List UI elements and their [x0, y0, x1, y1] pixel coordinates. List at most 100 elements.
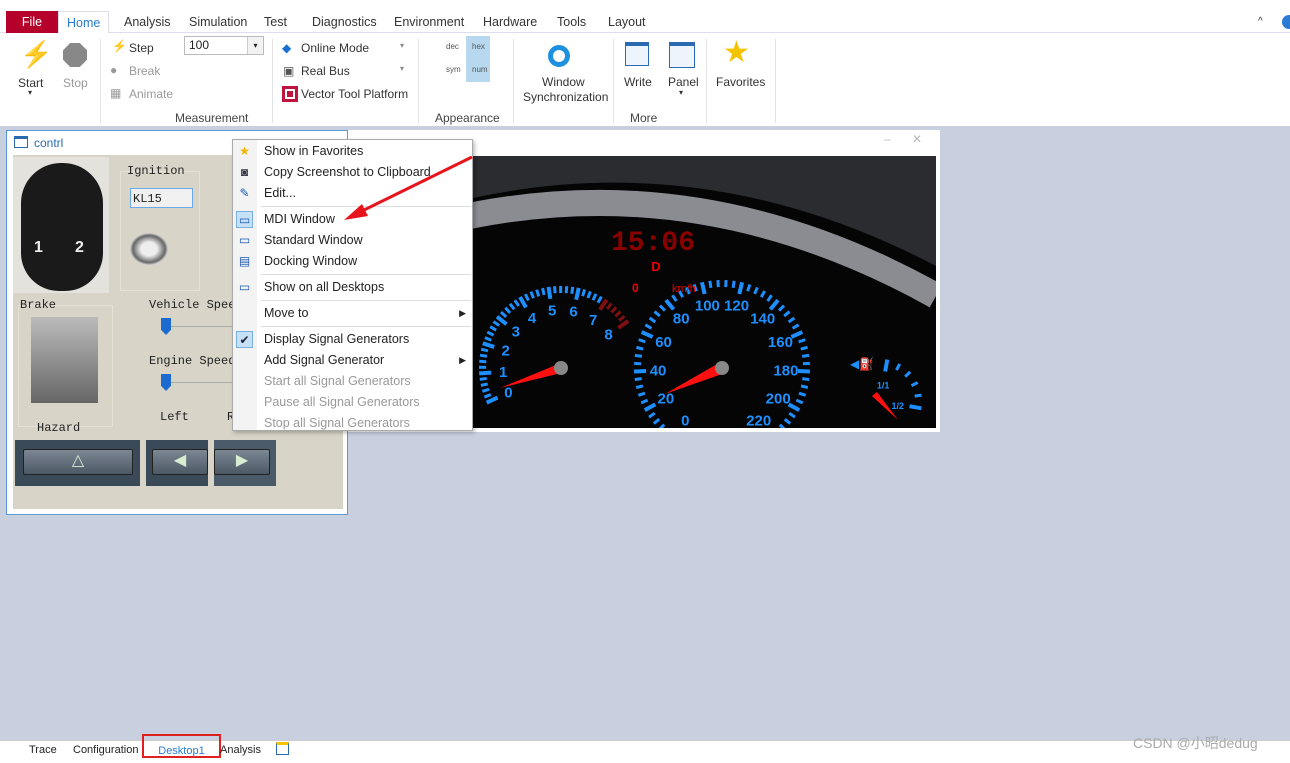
favorites-button[interactable]: Favorites	[716, 75, 765, 89]
speed-tick	[710, 281, 711, 288]
close-button[interactable]: ✕	[912, 132, 922, 146]
minimize-button[interactable]: –	[884, 132, 891, 146]
tab-home[interactable]: Home	[58, 11, 109, 33]
window-sync-label-1[interactable]: Window	[542, 75, 585, 89]
docking-window-icon: ▤	[236, 253, 253, 270]
menu-item-pause-all-signal-generators[interactable]: Pause all Signal Generators	[233, 392, 472, 413]
write-button[interactable]: Write	[624, 75, 652, 89]
tab-trace[interactable]: Trace	[29, 742, 57, 758]
window-sync-label-2[interactable]: Synchronization	[523, 90, 608, 104]
menu-item-edit[interactable]: ✎Edit...	[233, 183, 472, 204]
online-mode-button[interactable]: Online Mode	[301, 41, 369, 55]
pencil-icon: ✎	[236, 185, 253, 202]
online-mode-dropdown[interactable]: ▾	[400, 41, 404, 50]
start-dropdown-icon[interactable]: ▾	[28, 88, 32, 97]
menu-item-display-signal-generators[interactable]: ✔Display Signal Generators	[233, 329, 472, 350]
ignition-switch[interactable]	[130, 233, 168, 265]
menu-item-label: Show on all Desktops	[264, 280, 384, 294]
speed-readout: 0	[632, 281, 639, 295]
menu-item-label: Show in Favorites	[264, 144, 363, 158]
panel-icon	[669, 42, 695, 68]
speed-tick	[635, 355, 642, 356]
menu-item-start-all-signal-generators[interactable]: Start all Signal Generators	[233, 371, 472, 392]
tach-tick	[481, 349, 488, 351]
tab-layout[interactable]: Layout	[600, 11, 654, 33]
tab-environment[interactable]: Environment	[386, 11, 472, 33]
hazard-button[interactable]: △	[23, 449, 133, 475]
speed-tick	[801, 347, 808, 349]
online-mode-icon: ◆	[282, 41, 291, 55]
menu-item-copy-screenshot-to-clipboard[interactable]: ◙Copy Screenshot to Clipboard	[233, 162, 472, 183]
menu-item-label: Docking Window	[264, 254, 357, 268]
step-value-combobox[interactable]: 100▾	[184, 36, 264, 55]
tab-test[interactable]: Test	[256, 11, 295, 33]
menu-item-add-signal-generator[interactable]: Add Signal Generator ▶	[233, 350, 472, 371]
break-button[interactable]: Break	[129, 64, 160, 78]
tach-tick	[572, 287, 573, 294]
fuel-tick	[885, 360, 887, 372]
chevron-down-icon[interactable]: ▾	[247, 37, 263, 54]
tach-tick	[480, 378, 487, 379]
engine-speed-slider[interactable]	[161, 374, 171, 391]
brake-label: Brake	[20, 298, 56, 312]
real-bus-icon: ▣	[283, 64, 294, 78]
real-bus-button[interactable]: Real Bus	[301, 64, 350, 78]
car-key-image[interactable]: 1 2	[13, 157, 109, 293]
window-sync-icon	[548, 45, 570, 67]
stop-button[interactable]: Stop	[63, 76, 88, 90]
menu-item-stop-all-signal-generators[interactable]: Stop all Signal Generators	[233, 413, 472, 434]
vehicle-speed-slider[interactable]	[161, 318, 171, 335]
right-indicator-button[interactable]: ▶	[214, 449, 270, 475]
menu-item-mdi-window[interactable]: ▭MDI Window	[233, 209, 472, 230]
num-button[interactable]: num	[472, 65, 488, 74]
tab-desktop1[interactable]: Desktop1	[142, 734, 221, 758]
help-icon[interactable]	[1282, 15, 1290, 29]
brake-pedal-image[interactable]	[31, 317, 98, 403]
tach-tick	[583, 289, 585, 296]
hazard-label: Hazard	[37, 421, 80, 435]
tab-diagnostics[interactable]: Diagnostics	[304, 11, 385, 33]
tab-file[interactable]: File	[6, 11, 58, 33]
animate-button[interactable]: Animate	[129, 87, 173, 101]
collapse-ribbon-icon[interactable]: ^	[1250, 11, 1271, 33]
tach-tick	[543, 288, 545, 295]
tab-tools[interactable]: Tools	[549, 11, 594, 33]
speed-tick	[636, 347, 643, 349]
tab-configuration[interactable]: Configuration	[73, 742, 138, 758]
tab-simulation[interactable]: Simulation	[181, 11, 255, 33]
speed-tick	[802, 379, 809, 380]
tach-tick	[481, 384, 488, 385]
standard-window-icon: ▭	[236, 232, 253, 249]
tab-hardware[interactable]: Hardware	[475, 11, 545, 33]
favorites-star-icon: ★	[723, 35, 750, 70]
tach-label: 1	[499, 364, 507, 381]
tab-analysis-desktop[interactable]: Analysis	[220, 742, 261, 758]
submenu-arrow-icon: ▶	[459, 350, 466, 371]
dec-button[interactable]: dec	[446, 42, 459, 51]
new-desktop-icon[interactable]	[276, 742, 289, 755]
menu-item-label: Add Signal Generator	[264, 353, 384, 367]
menu-item-standard-window[interactable]: ▭Standard Window	[233, 230, 472, 251]
step-button[interactable]: Step	[129, 41, 154, 55]
ribbon-tabs: File Home Analysis Simulation Test Diagn…	[0, 11, 1290, 33]
sym-button[interactable]: sym	[446, 65, 461, 74]
lightning-icon: ⚡	[20, 39, 52, 70]
speed-label: 200	[766, 391, 791, 408]
ignition-value-field[interactable]: KL15	[130, 188, 193, 208]
menu-item-show-in-favorites[interactable]: ★Show in Favorites	[233, 141, 472, 162]
hex-button[interactable]: hex	[472, 42, 485, 51]
left-indicator-button[interactable]: ◀	[152, 449, 208, 475]
panel-button[interactable]: Panel	[668, 75, 699, 89]
group-more: More	[630, 111, 657, 125]
tab-analysis[interactable]: Analysis	[116, 11, 179, 33]
menu-item-move-to[interactable]: Move to▶	[233, 303, 472, 324]
speed-label: 60	[655, 334, 672, 351]
vector-tool-platform-button[interactable]: Vector Tool Platform	[301, 87, 408, 101]
menu-item-docking-window[interactable]: ▤ Docking Window	[233, 251, 472, 272]
menu-item-show-on-all-desktops[interactable]: ▭Show on all Desktops	[233, 277, 472, 298]
panel-dropdown-icon[interactable]: ▾	[679, 88, 683, 97]
real-bus-dropdown[interactable]: ▾	[400, 64, 404, 73]
stop-icon	[63, 43, 87, 67]
speed-label: 80	[673, 311, 690, 328]
step-icon: ⚡	[112, 39, 127, 53]
